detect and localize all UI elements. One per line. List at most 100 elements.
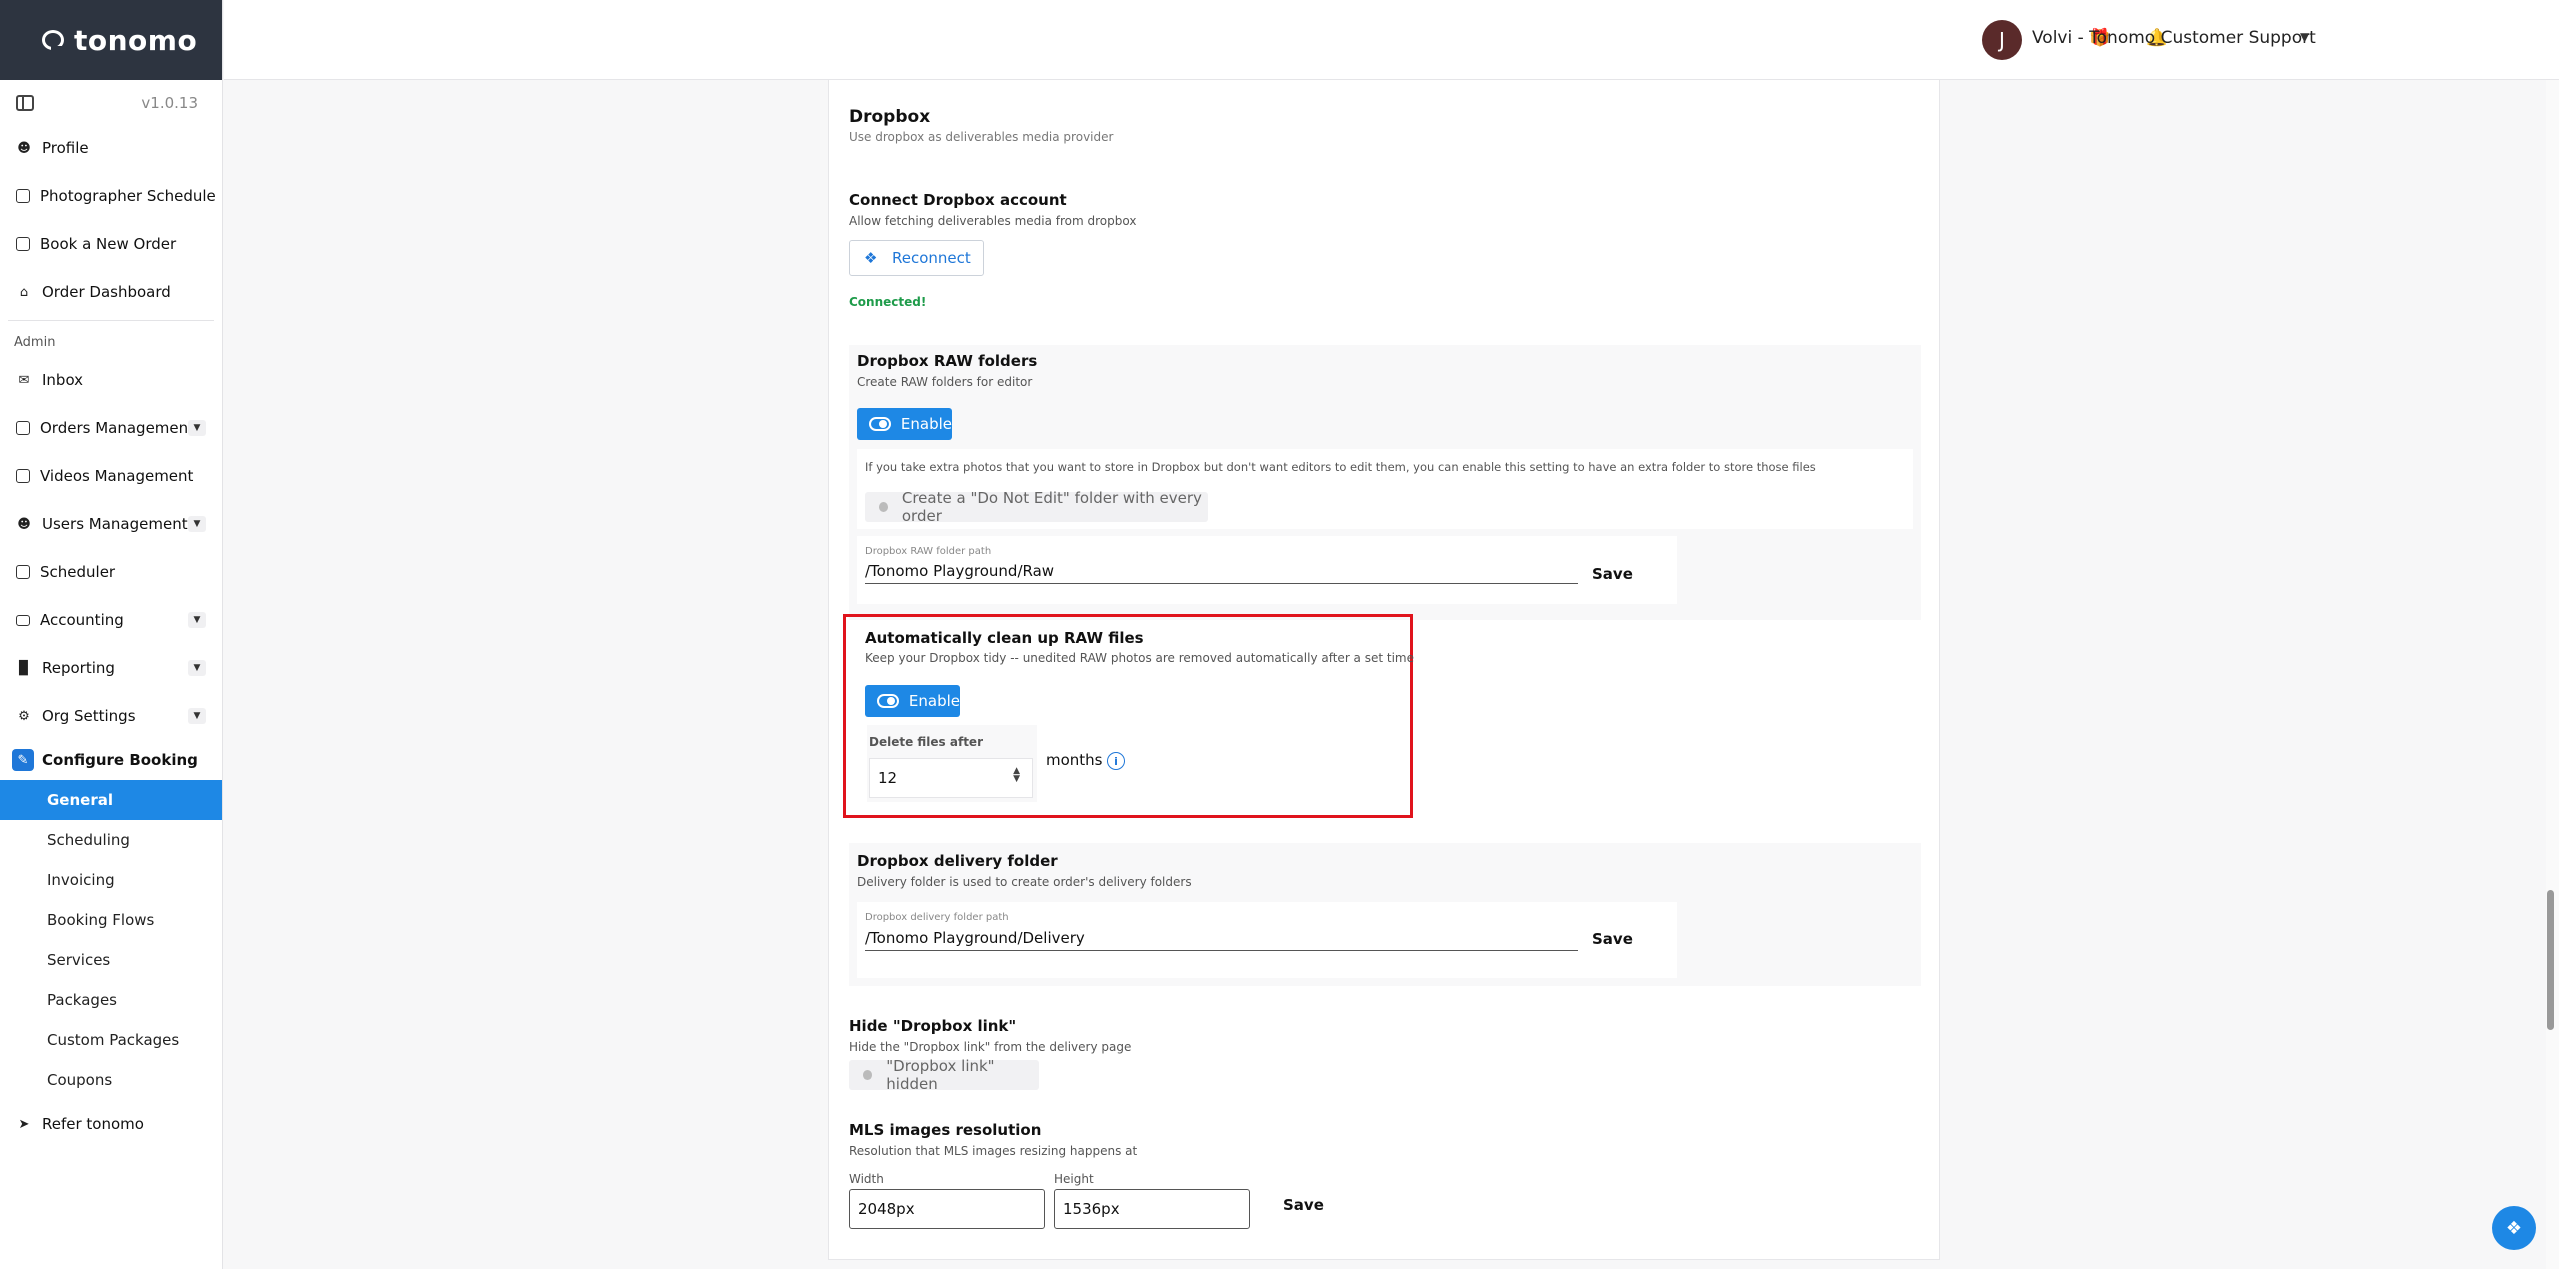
raw-path-label: Dropbox RAW folder path <box>865 546 992 557</box>
sidebar-item-refer[interactable]: ➤ Refer tonomo <box>0 1100 222 1148</box>
sidebar-item-order-dashboard[interactable]: ⌂ Order Dashboard <box>0 268 222 316</box>
calendar-plus-icon <box>16 237 30 251</box>
chevron-down-icon[interactable]: ▼ <box>188 420 206 436</box>
sidebar-item-profile[interactable]: ☻ Profile <box>0 124 222 172</box>
sidebar-subitem-general[interactable]: General <box>0 780 222 820</box>
cleanup-enable-toggle[interactable]: Enable <box>865 685 960 717</box>
dropbox-icon: ❖ <box>864 249 878 267</box>
toggle-off-icon <box>879 502 888 512</box>
gear-icon: ⚙ <box>18 708 30 724</box>
sidebar-item-accounting[interactable]: Accounting ▼ <box>0 596 222 644</box>
toggle-label: Create a "Do Not Edit" folder with every… <box>901 489 1202 525</box>
users-icon: ☻ <box>17 516 31 532</box>
sidebar-subitem-coupons[interactable]: Coupons <box>0 1060 222 1100</box>
sidebar-item-orders-management[interactable]: Orders Management ▼ <box>0 404 222 452</box>
delivery-path-save-button[interactable]: Save <box>1592 930 1633 948</box>
mls-width-value: 2048px <box>858 1200 915 1218</box>
raw-path-input[interactable]: /Tonomo Playground/Raw <box>865 562 1578 584</box>
send-icon: ➤ <box>18 1116 30 1132</box>
clipboard-icon <box>16 421 30 435</box>
tonomo-logo-icon <box>42 30 64 50</box>
app-version: v1.0.13 <box>141 94 198 112</box>
brand-name: tonomo <box>74 23 198 57</box>
toggle-off-icon <box>863 1070 873 1080</box>
raw-path-save-button[interactable]: Save <box>1592 565 1633 583</box>
sidebar-item-label: Book a New Order <box>40 235 177 253</box>
scrollbar-thumb[interactable] <box>2547 890 2554 1030</box>
sidebar-item-label: Order Dashboard <box>42 283 171 301</box>
raw-folders-desc: Create RAW folders for editor <box>857 375 1033 389</box>
sidebar-item-photographer-schedule[interactable]: Photographer Schedule <box>0 172 222 220</box>
sidebar-item-label: Scheduler <box>40 563 116 581</box>
sidebar-item-videos-management[interactable]: Videos Management <box>0 452 222 500</box>
raw-folders-title: Dropbox RAW folders <box>857 352 1038 370</box>
avatar[interactable]: J <box>1982 20 2022 60</box>
sidebar-item-label: Accounting <box>40 611 124 629</box>
do-not-edit-toggle[interactable]: Create a "Do Not Edit" folder with every… <box>865 489 1208 525</box>
sidebar-item-inbox[interactable]: ✉ Inbox <box>0 356 222 404</box>
sidebar-item-label: Reporting <box>42 659 115 677</box>
video-icon <box>16 469 30 483</box>
chevron-down-icon[interactable]: ▼ <box>2300 30 2309 44</box>
mls-height-input[interactable]: 1536px <box>1054 1189 1250 1229</box>
raw-folders-enable-toggle[interactable]: Enable <box>857 408 952 440</box>
calendar-icon <box>16 565 30 579</box>
sidebar-subitem-custom-packages[interactable]: Custom Packages <box>0 1020 222 1060</box>
bar-chart-icon: ▉ <box>19 660 29 676</box>
mls-height-label: Height <box>1054 1172 1094 1186</box>
person-icon: ☻ <box>17 140 31 156</box>
delete-after-input[interactable]: 12 ▲ ▼ <box>869 758 1033 798</box>
info-icon[interactable]: i <box>1107 752 1125 770</box>
cleanup-title: Automatically clean up RAW files <box>865 629 1144 647</box>
delivery-desc: Delivery folder is used to create order'… <box>857 875 1192 889</box>
sidebar-item-org-settings[interactable]: ⚙ Org Settings ▼ <box>0 692 222 740</box>
hide-link-desc: Hide the "Dropbox link" from the deliver… <box>849 1040 1132 1054</box>
mls-desc: Resolution that MLS images resizing happ… <box>849 1144 1138 1158</box>
sidebar-subitem-packages[interactable]: Packages <box>0 980 222 1020</box>
hide-link-title: Hide "Dropbox link" <box>849 1017 1017 1035</box>
chevron-down-icon[interactable]: ▼ <box>188 660 206 676</box>
mail-icon: ✉ <box>18 372 30 388</box>
mls-height-value: 1536px <box>1063 1200 1120 1218</box>
sidebar-subitem-services[interactable]: Services <box>0 940 222 980</box>
sidebar-subitem-booking-flows[interactable]: Booking Flows <box>0 900 222 940</box>
sidebar-item-scheduler[interactable]: Scheduler <box>0 548 222 596</box>
reconnect-button[interactable]: ❖ Reconnect <box>849 240 984 276</box>
delete-after-label: Delete files after <box>869 735 983 749</box>
toggle-label: "Dropbox link" hidden <box>886 1057 995 1093</box>
delete-after-value: 12 <box>878 769 898 787</box>
calendar-check-icon <box>16 189 30 203</box>
hide-link-toggle[interactable]: "Dropbox link" hidden <box>849 1057 1039 1093</box>
sidebar-item-label: Videos Management <box>40 467 194 485</box>
sidebar-item-label: Inbox <box>42 371 84 389</box>
sidebar-item-label: Configure Booking <box>42 751 198 769</box>
sidebar-divider <box>8 320 214 321</box>
connection-status: Connected! <box>849 295 927 309</box>
sidebar-item-book-new-order[interactable]: Book a New Order <box>0 220 222 268</box>
sidebar-item-reporting[interactable]: ▉ Reporting ▼ <box>0 644 222 692</box>
sidebar-subitem-invoicing[interactable]: Invoicing <box>0 860 222 900</box>
dropbox-title: Dropbox <box>849 107 931 127</box>
delivery-title: Dropbox delivery folder <box>857 852 1058 870</box>
sidebar-item-label: Photographer Schedule <box>40 187 216 205</box>
sidebar-item-configure-booking[interactable]: ✎ Configure Booking <box>0 740 222 780</box>
brand-header[interactable]: tonomo <box>0 0 222 80</box>
sidebar-item-label: Refer tonomo <box>42 1115 144 1133</box>
chevron-down-icon[interactable]: ▼ <box>188 612 206 628</box>
sidebar-item-label: Users Management <box>42 515 188 533</box>
delivery-path-label: Dropbox delivery folder path <box>865 912 1009 923</box>
dropbox-settings-card: Dropbox Use dropbox as deliverables medi… <box>828 80 1940 1260</box>
user-name[interactable]: Volvi - Tonomo Customer Support <box>2032 28 2316 48</box>
mls-width-input[interactable]: 2048px <box>849 1189 1045 1229</box>
sidebar-item-users-management[interactable]: ☻ Users Management ▼ <box>0 500 222 548</box>
sidebar-subitem-scheduling[interactable]: Scheduling <box>0 820 222 860</box>
chevron-down-icon[interactable]: ▼ <box>188 708 206 724</box>
chevron-down-icon[interactable]: ▼ <box>188 516 206 532</box>
chat-icon[interactable]: ❖ <box>2492 1206 2536 1250</box>
sidebar-collapse-icon[interactable] <box>16 95 34 111</box>
delivery-path-input[interactable]: /Tonomo Playground/Delivery <box>865 929 1578 951</box>
page-scrollbar[interactable] <box>2546 80 2559 1269</box>
mls-save-button[interactable]: Save <box>1283 1196 1324 1214</box>
sidebar-admin-nav: ✉ Inbox Orders Management ▼ Videos Manag… <box>0 356 222 740</box>
stepper-icon[interactable]: ▲ ▼ <box>1013 767 1020 784</box>
